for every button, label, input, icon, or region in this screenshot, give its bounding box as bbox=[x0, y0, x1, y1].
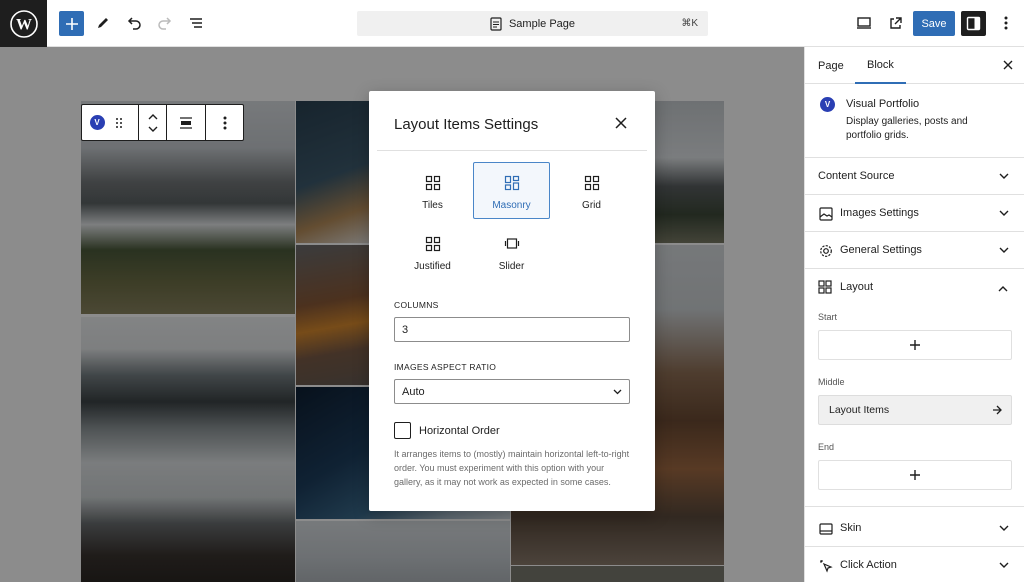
layout-option-label: Justified bbox=[414, 261, 451, 272]
tab-block[interactable]: Block bbox=[855, 47, 906, 84]
modal-title: Layout Items Settings bbox=[394, 116, 539, 133]
layout-option-grid[interactable]: Grid bbox=[553, 163, 630, 220]
aspect-ratio-select[interactable]: Auto bbox=[394, 379, 630, 404]
panel-click-action[interactable]: Click Action bbox=[805, 547, 1024, 582]
end-label: End bbox=[818, 442, 835, 452]
layout-option-label: Masonry bbox=[492, 200, 531, 211]
chevron-down-icon bbox=[998, 559, 1010, 571]
plus-icon bbox=[910, 340, 920, 350]
tab-page[interactable]: Page bbox=[818, 47, 844, 84]
panel-title: Click Action bbox=[840, 559, 897, 571]
close-icon[interactable] bbox=[610, 112, 632, 134]
pencil-tools-icon[interactable] bbox=[93, 13, 113, 33]
layout-items-button[interactable]: Layout Items bbox=[818, 395, 1012, 425]
chevron-down-icon bbox=[998, 522, 1010, 534]
horizontal-order-label[interactable]: Horizontal Order bbox=[419, 425, 500, 437]
layout-items-settings-modal: Layout Items Settings Tiles Masonry Grid… bbox=[369, 91, 655, 511]
aspect-ratio-label: IMAGES ASPECT RATIO bbox=[394, 362, 497, 372]
grid-icon bbox=[584, 175, 600, 194]
skin-icon bbox=[818, 521, 834, 537]
drag-handle-icon[interactable] bbox=[115, 117, 123, 129]
more-options-icon[interactable] bbox=[996, 13, 1016, 33]
document-overview-icon[interactable] bbox=[186, 13, 206, 33]
start-label: Start bbox=[818, 312, 838, 322]
panel-title: General Settings bbox=[840, 244, 922, 256]
add-block-button[interactable] bbox=[59, 11, 84, 36]
arrow-right-icon bbox=[992, 405, 1002, 418]
chevron-down-icon bbox=[998, 170, 1010, 182]
tiles-icon bbox=[425, 175, 441, 194]
masonry-icon bbox=[504, 175, 520, 194]
page-document-icon bbox=[490, 16, 502, 31]
chevron-down-icon bbox=[613, 389, 622, 395]
document-title: Sample Page bbox=[508, 17, 576, 30]
layout-option-justified[interactable]: Justified bbox=[394, 224, 471, 281]
panel-layout: Layout Start Middle Layout Items End bbox=[805, 269, 1024, 507]
layout-option-label: Slider bbox=[498, 261, 525, 272]
block-description: Display galleries, posts and portfolio g… bbox=[846, 116, 968, 141]
block-card: V Visual Portfolio Display galleries, po… bbox=[805, 84, 1024, 158]
add-start-item-button[interactable] bbox=[818, 330, 1012, 360]
block-type-switcher[interactable]: V bbox=[82, 105, 139, 140]
svg-text:W: W bbox=[16, 16, 32, 33]
block-options-icon[interactable] bbox=[206, 105, 243, 140]
align-icon[interactable] bbox=[167, 105, 206, 140]
panel-images-settings[interactable]: Images Settings bbox=[805, 195, 1024, 232]
panel-layout-header[interactable]: Layout bbox=[805, 269, 1024, 306]
sidebar-tabs: Page Block bbox=[805, 47, 1024, 84]
columns-label: COLUMNS bbox=[394, 300, 439, 310]
chevron-down-icon bbox=[998, 244, 1010, 256]
panel-title: Skin bbox=[840, 522, 862, 534]
settings-sidebar: Page Block V Visual Portfolio Display ga… bbox=[804, 47, 1024, 582]
block-name: Visual Portfolio bbox=[846, 98, 920, 110]
add-end-item-button[interactable] bbox=[818, 460, 1012, 490]
plus-icon bbox=[910, 470, 920, 480]
aspect-ratio-value: Auto bbox=[402, 385, 425, 398]
layout-option-tiles[interactable]: Tiles bbox=[394, 163, 471, 220]
cursor-click-icon bbox=[818, 558, 834, 574]
undo-icon[interactable] bbox=[124, 13, 144, 33]
panel-title: Layout bbox=[840, 281, 874, 293]
redo-icon[interactable] bbox=[155, 13, 175, 33]
desktop-preview-icon[interactable] bbox=[854, 13, 874, 33]
settings-sidebar-toggle-icon[interactable] bbox=[961, 11, 986, 36]
move-up-down-icon[interactable] bbox=[139, 105, 167, 140]
view-page-external-icon[interactable] bbox=[885, 13, 905, 33]
visual-portfolio-badge: V bbox=[89, 115, 105, 130]
editor-top-bar: W Sample Page ⌘K Save bbox=[0, 0, 1024, 47]
chevron-up-icon bbox=[998, 281, 1008, 295]
block-toolbar: V bbox=[81, 104, 244, 141]
panel-title: Images Settings bbox=[840, 207, 919, 219]
columns-input[interactable] bbox=[394, 317, 630, 342]
horizontal-order-checkbox[interactable] bbox=[394, 422, 411, 439]
layout-option-masonry[interactable]: Masonry bbox=[473, 162, 550, 219]
middle-label: Middle bbox=[818, 377, 845, 387]
close-sidebar-icon[interactable] bbox=[1000, 57, 1016, 73]
horizontal-order-help: It arranges items to (mostly) maintain h… bbox=[394, 449, 630, 487]
panel-content-source[interactable]: Content Source bbox=[805, 158, 1024, 195]
layout-items-label: Layout Items bbox=[829, 404, 890, 416]
panel-general-settings[interactable]: General Settings bbox=[805, 232, 1024, 269]
layout-option-label: Tiles bbox=[422, 200, 443, 211]
justified-icon bbox=[425, 236, 441, 255]
wordpress-logo-icon[interactable]: W bbox=[0, 0, 47, 47]
layout-option-slider[interactable]: Slider bbox=[473, 224, 550, 281]
save-button[interactable]: Save bbox=[913, 11, 955, 36]
image-icon bbox=[818, 206, 834, 222]
layout-option-label: Grid bbox=[582, 200, 601, 211]
modal-divider bbox=[377, 150, 647, 151]
panel-skin[interactable]: Skin bbox=[805, 510, 1024, 547]
chevron-down-icon bbox=[998, 207, 1010, 219]
panel-title: Content Source bbox=[818, 170, 895, 182]
visual-portfolio-icon: V bbox=[820, 97, 835, 112]
grid-icon bbox=[818, 280, 832, 297]
document-title-bar[interactable]: Sample Page ⌘K bbox=[357, 11, 708, 36]
slider-icon bbox=[504, 236, 520, 255]
gear-icon bbox=[818, 243, 834, 259]
command-shortcut: ⌘K bbox=[681, 18, 698, 29]
